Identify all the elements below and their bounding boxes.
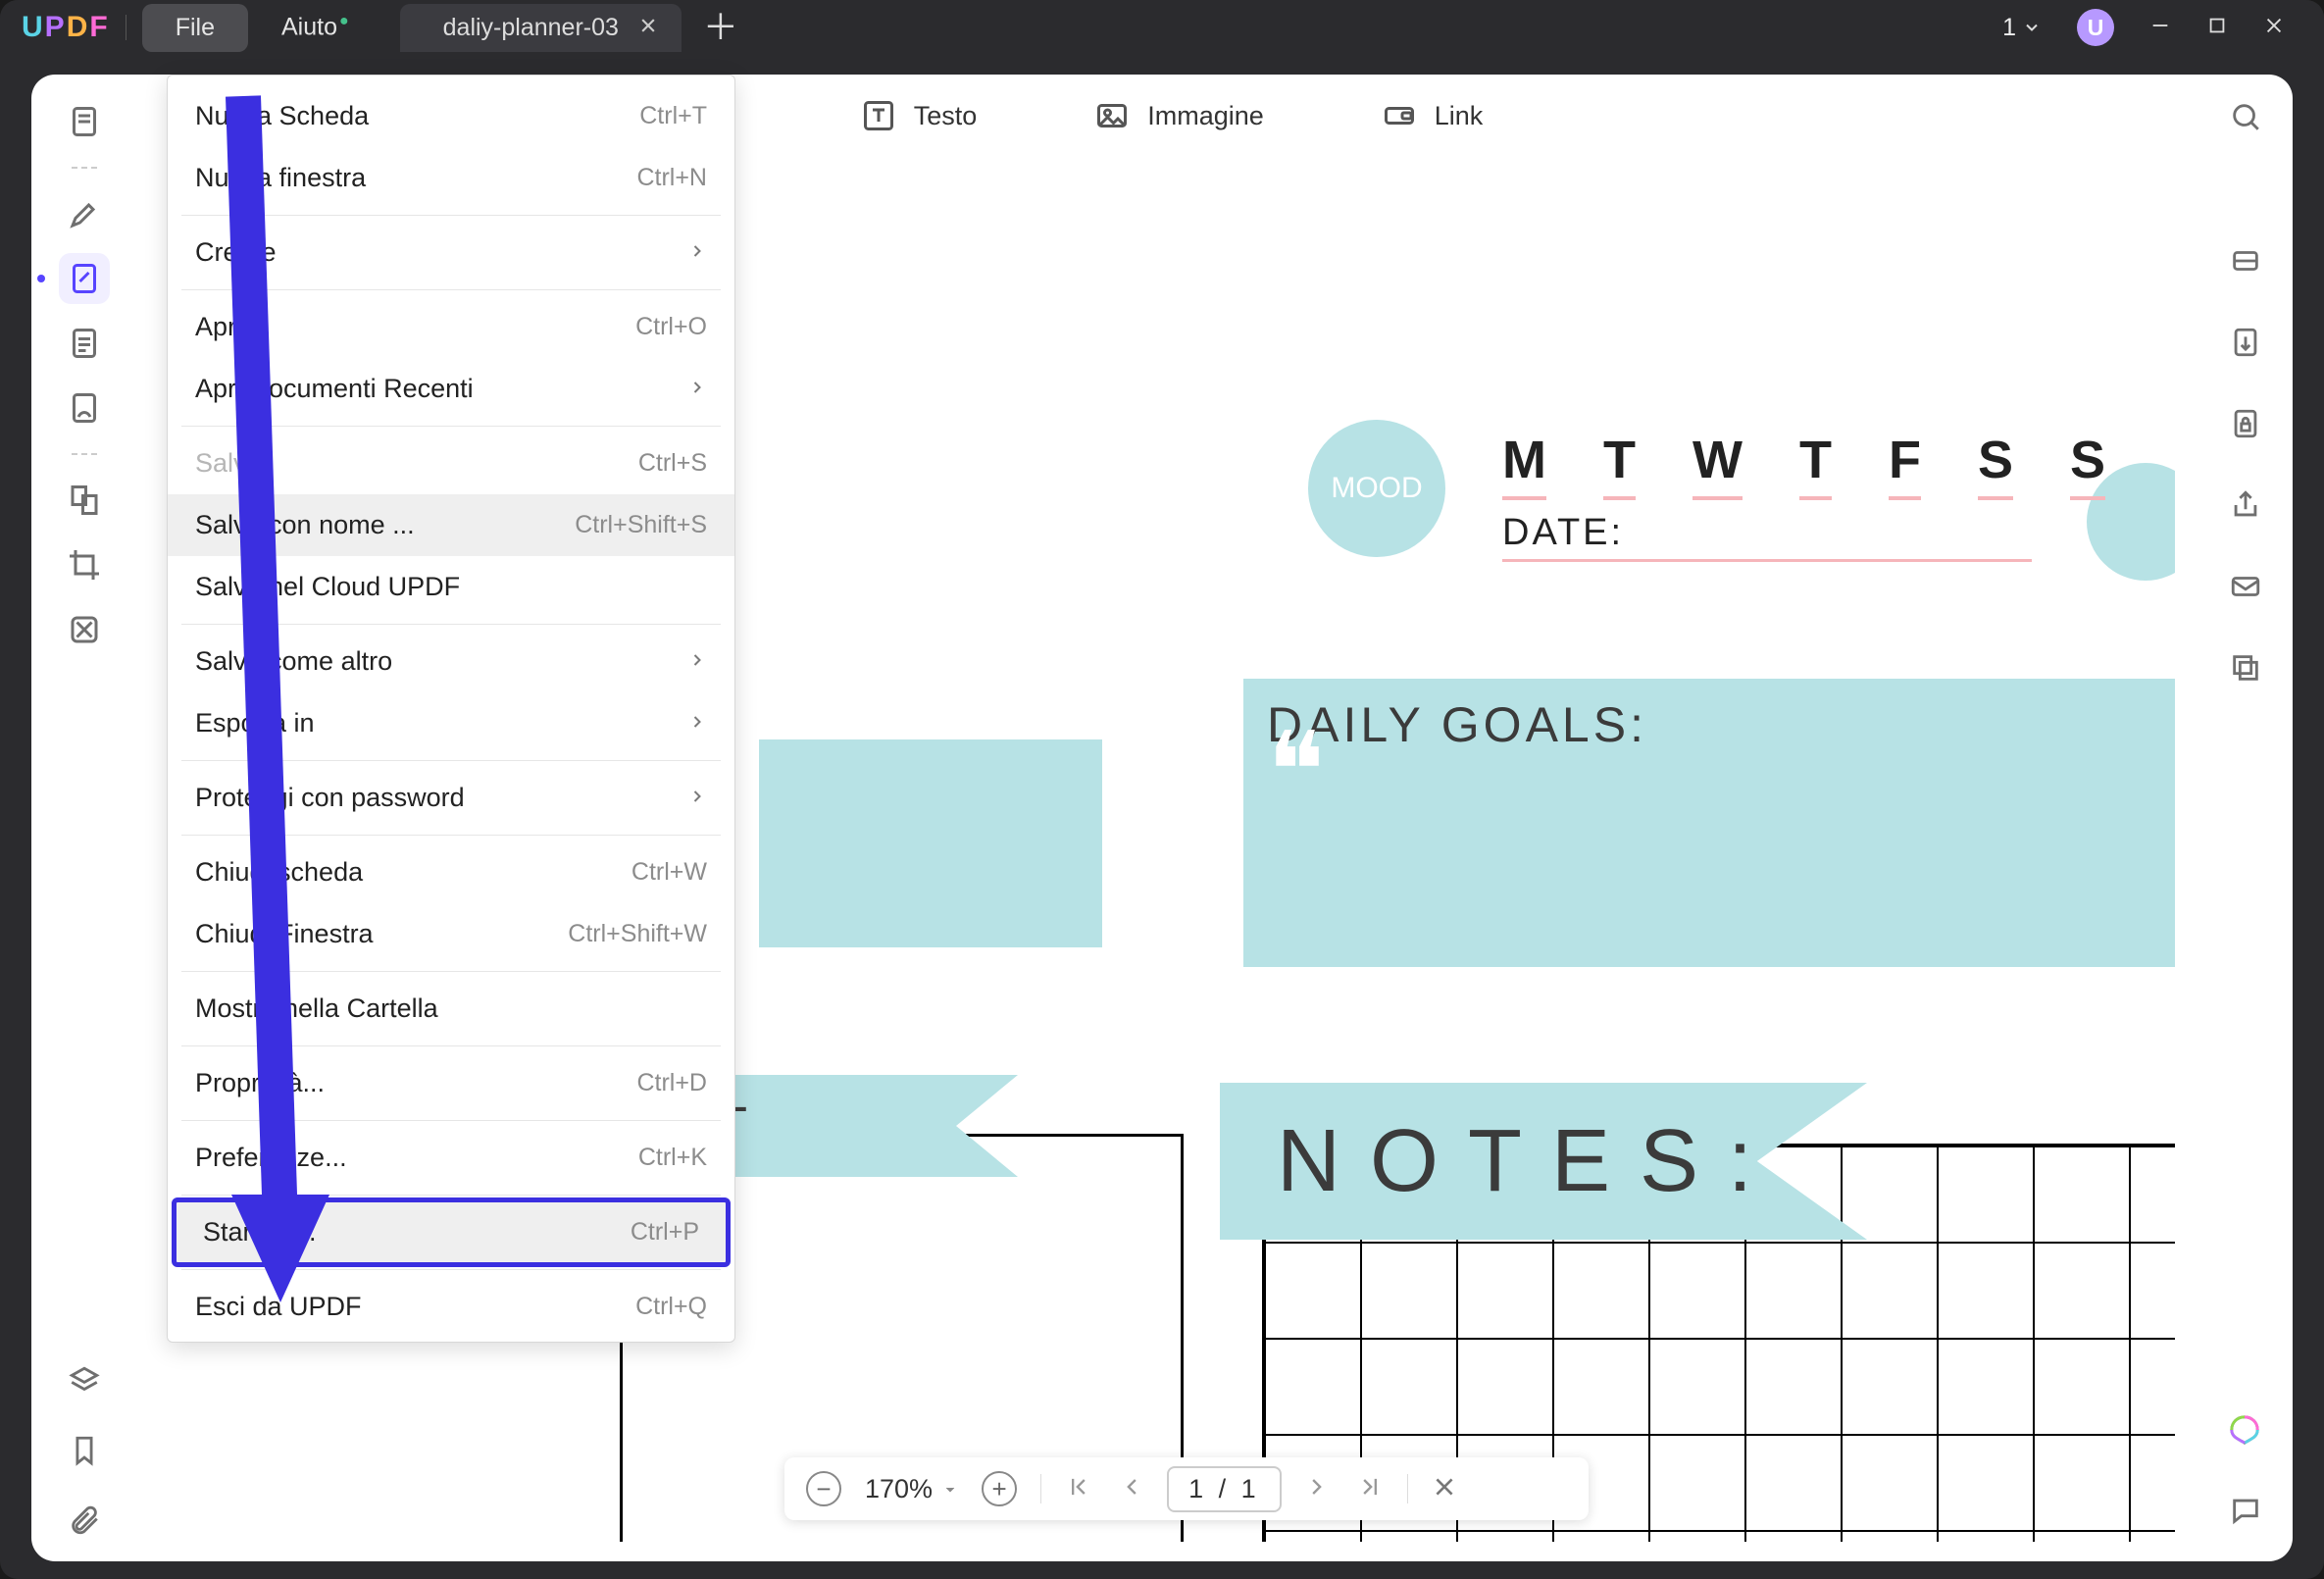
mail-icon[interactable]: [2229, 570, 2262, 608]
tool-reader[interactable]: [59, 96, 110, 147]
first-page-button[interactable]: [1065, 1473, 1092, 1505]
menu-print[interactable]: Stampa...Ctrl+P: [176, 1201, 727, 1263]
prev-page-button[interactable]: [1116, 1473, 1143, 1505]
share-icon[interactable]: [2229, 488, 2262, 527]
menu-close-window[interactable]: Chiudi FinestraCtrl+Shift+W: [168, 903, 734, 965]
file-menu: Nuova SchedaCtrl+T Nuova finestraCtrl+N …: [167, 75, 735, 1343]
minimize-button[interactable]: [2149, 15, 2171, 41]
date-label: DATE:: [1502, 512, 1624, 554]
tool-organize[interactable]: [59, 475, 110, 526]
menu-properties[interactable]: Proprietà...Ctrl+D: [168, 1052, 734, 1114]
tool-edit[interactable]: [59, 253, 110, 304]
tool-text[interactable]: Testo: [861, 98, 978, 133]
zoombar-close-button[interactable]: [1432, 1474, 1457, 1504]
quote-icon: ❝: [1267, 761, 1325, 783]
tool-crop[interactable]: [59, 539, 110, 590]
zoom-in-button[interactable]: +: [982, 1471, 1017, 1506]
menu-create[interactable]: Creare: [168, 222, 734, 283]
zoom-dropdown-icon: [942, 1474, 958, 1504]
weekday-row: M T W T F S S: [1502, 430, 2105, 500]
comment-icon[interactable]: [2229, 1494, 2262, 1532]
tool-redact[interactable]: [59, 604, 110, 655]
last-page-button[interactable]: [1356, 1473, 1384, 1505]
maximize-button[interactable]: [2206, 15, 2228, 41]
menu-save-other[interactable]: Salva come altro: [168, 631, 734, 692]
menu-open-recent[interactable]: Apri Documenti Recenti: [168, 358, 734, 420]
close-window-button[interactable]: [2263, 15, 2285, 41]
menu-save-cloud[interactable]: Salva nel Cloud UPDF: [168, 556, 734, 618]
chevron-right-icon: [687, 783, 707, 813]
document-tab-title: daliy-planner-03: [443, 14, 619, 42]
tab-strip: daliy-planner-03 ＋: [400, 4, 738, 52]
user-avatar[interactable]: U: [2077, 9, 2114, 46]
menu-new-window[interactable]: Nuova finestraCtrl+N: [168, 147, 734, 209]
menu-protect[interactable]: Proteggi con password: [168, 767, 734, 829]
menu-file[interactable]: File: [142, 4, 248, 52]
chevron-right-icon: [687, 646, 707, 677]
left-toolbar: [31, 75, 137, 1561]
tool-link[interactable]: Link: [1382, 98, 1484, 133]
title-bar: UPDF File Aiuto● daliy-planner-03 ＋ 1: [0, 0, 2324, 55]
search-icon[interactable]: [2229, 100, 2262, 138]
right-toolbar: [2198, 75, 2293, 1561]
tool-image[interactable]: Immagine: [1094, 98, 1264, 133]
window-controls: 1 U: [2002, 9, 2324, 46]
menu-help[interactable]: Aiuto●: [248, 3, 382, 51]
mood-circle: MOOD: [1308, 420, 1445, 557]
ai-assistant-icon[interactable]: [2228, 1413, 2263, 1449]
document-tab[interactable]: daliy-planner-03: [400, 4, 682, 52]
menu-save: SalvaCtrl+S: [168, 433, 734, 494]
menu-export[interactable]: Esporta in: [168, 692, 734, 754]
menu-close-tab[interactable]: Chiudi schedaCtrl+W: [168, 841, 734, 903]
chevron-right-icon: [687, 708, 707, 739]
left-toolbar-bottom: [31, 1364, 137, 1542]
close-tab-icon[interactable]: [638, 14, 658, 42]
convert-icon[interactable]: [2229, 326, 2262, 364]
app-logo: UPDF: [22, 11, 110, 44]
zoom-value[interactable]: 170%: [865, 1474, 958, 1504]
bookmark-icon[interactable]: [68, 1434, 101, 1472]
tool-page-text[interactable]: [59, 318, 110, 369]
menu-new-tab[interactable]: Nuova SchedaCtrl+T: [168, 85, 734, 147]
chevron-right-icon: [687, 374, 707, 404]
menu-open[interactable]: Apri...Ctrl+O: [168, 296, 734, 358]
page-indicator[interactable]: 1 / 1: [1167, 1466, 1282, 1512]
tool-highlighter[interactable]: [59, 188, 110, 239]
menu-preferences[interactable]: Preferenze...Ctrl+K: [168, 1127, 734, 1189]
menu-exit[interactable]: Esci da UPDFCtrl+Q: [168, 1276, 734, 1338]
menu-save-as[interactable]: Salva con nome ...Ctrl+Shift+S: [168, 494, 734, 556]
open-docs-count[interactable]: 1: [2002, 14, 2042, 42]
chevron-right-icon: [687, 237, 707, 268]
app-window: UPDF File Aiuto● daliy-planner-03 ＋ 1: [0, 0, 2324, 1579]
menu-reveal[interactable]: Mostra nella Cartella: [168, 978, 734, 1040]
zoom-out-button[interactable]: −: [806, 1471, 841, 1506]
zoom-bar: − 170% + 1 / 1: [784, 1457, 1589, 1520]
ocr-icon[interactable]: [2229, 244, 2262, 282]
protect-icon[interactable]: [2229, 407, 2262, 445]
left-teal-box: [759, 739, 1102, 947]
batch-icon[interactable]: [2229, 651, 2262, 689]
right-toolbar-bottom: [2198, 1413, 2293, 1532]
next-page-button[interactable]: [1305, 1473, 1333, 1505]
attachment-icon[interactable]: [68, 1503, 101, 1542]
layers-icon[interactable]: [68, 1364, 101, 1402]
tool-fill-sign[interactable]: [59, 382, 110, 433]
daily-goals-box: DAILY GOALS: ❝: [1243, 679, 2175, 967]
